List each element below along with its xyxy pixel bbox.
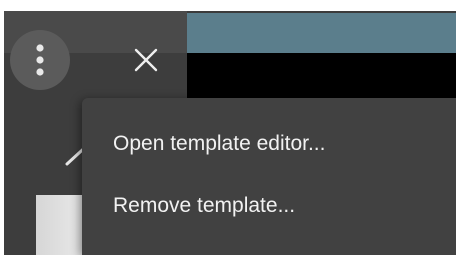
menu-item-remove-template[interactable]: Remove template... <box>82 175 456 237</box>
context-menu: Open template editor... Remove template.… <box>82 98 456 255</box>
more-vertical-icon <box>36 44 44 76</box>
close-icon <box>134 48 158 72</box>
more-options-button[interactable] <box>10 30 70 90</box>
menu-item-open-template-editor[interactable]: Open template editor... <box>82 113 456 175</box>
close-button[interactable] <box>124 38 168 82</box>
preview-header <box>187 13 456 53</box>
template-thumbnail[interactable] <box>36 195 82 255</box>
menu-item-label: Remove template... <box>113 194 296 217</box>
menu-item-label: Open template editor... <box>113 132 326 155</box>
